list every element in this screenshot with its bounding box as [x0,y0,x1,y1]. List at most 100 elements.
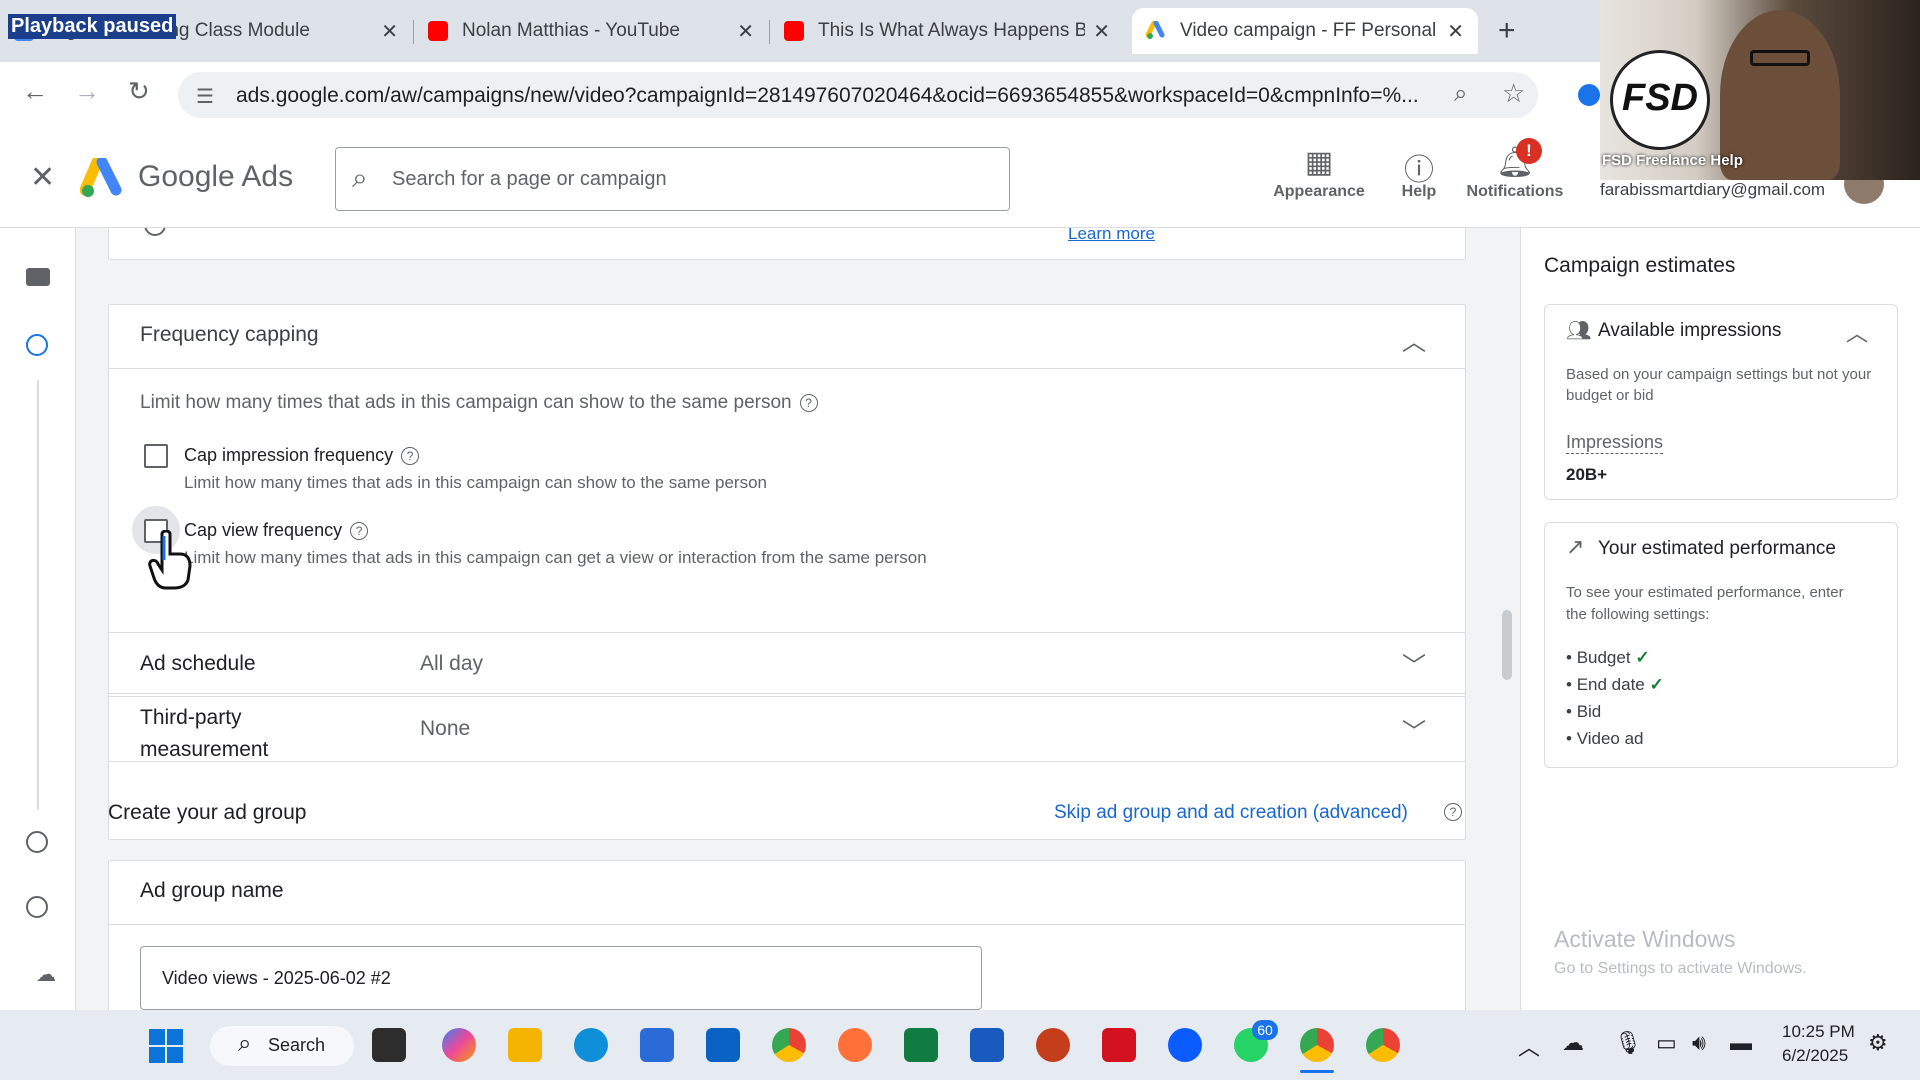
store-icon[interactable] [640,1028,674,1062]
extension-icon[interactable] [1578,84,1600,106]
step-ad-group-icon[interactable] [26,831,48,853]
chrome-profile-icon[interactable] [1366,1028,1400,1062]
close-tab-icon[interactable]: ✕ [1093,19,1110,44]
help-circle-icon[interactable]: ? [1444,803,1462,821]
divider [108,924,1466,925]
glasses-icon [1750,50,1810,66]
step-connector [37,380,39,810]
acrobat-icon[interactable] [1102,1028,1136,1062]
ad-schedule-label: Ad schedule [140,652,256,675]
impressions-label[interactable]: Impressions [1566,432,1664,454]
product-name: Google Ads [138,160,294,193]
active-app-indicator [1300,1070,1334,1073]
skip-ad-group-link[interactable]: Skip ad group and ad creation (advanced) [1054,802,1408,824]
list-item: • Video ad [1566,729,1644,748]
file-explorer-icon[interactable] [508,1028,542,1062]
reload-icon[interactable]: ↻ [128,76,150,107]
volume-icon[interactable]: 🔊︎ [1692,1030,1706,1056]
step-review-icon[interactable] [26,896,48,918]
available-impressions-title: Available impressions [1598,320,1782,341]
excel-icon[interactable] [904,1028,938,1062]
cap-impression-checkbox[interactable] [144,444,168,468]
account-email[interactable]: farabissmartdiary@gmail.com [1600,180,1825,200]
activate-windows-title: Activate Windows [1554,926,1736,952]
notification-center-icon[interactable]: ⚙ [1868,1030,1888,1056]
close-tab-icon[interactable]: ✕ [737,19,754,44]
scrollbar-thumb[interactable] [1502,610,1512,680]
network-icon[interactable]: ▭ [1656,1030,1677,1056]
third-party-measurement-row[interactable] [108,696,1466,762]
bell-icon: 🔔︎ [1495,146,1535,179]
hand-cursor-icon [148,529,194,595]
impressions-value: 20B+ [1566,465,1608,484]
list-item: • Bid [1566,702,1602,721]
chevron-down-icon[interactable]: ﹀ [1402,646,1426,681]
clock-date[interactable]: 6/2/2025 [1782,1046,1848,1066]
zoom-icon[interactable] [1168,1028,1202,1062]
check-icon: ✓ [1635,648,1650,667]
chrome-icon[interactable] [772,1028,806,1062]
cap-impression-label: Cap impression frequency? [184,445,420,466]
cap-view-description: Limit how many times that ads in this ca… [184,548,927,567]
ad-schedule-row[interactable] [108,632,1466,694]
impressions-note: Based on your campaign settings but not … [1566,366,1872,404]
chevron-down-icon[interactable]: ﹀ [1402,712,1426,747]
step-current-icon[interactable] [26,334,48,356]
zoom-icon[interactable]: ⌕ [1454,80,1467,108]
chrome-profile-icon[interactable] [1300,1028,1334,1062]
chevron-up-icon[interactable]: ︿ [1518,1030,1540,1062]
appearance-button[interactable]: ▦ Appearance [1264,145,1374,201]
tab-youtube-nolan[interactable]: Nolan Matthias - YouTube ✕ [414,8,768,54]
notifications-button[interactable]: 🔔︎ Notifications [1458,145,1572,201]
people-icon: 👥︎ [1566,320,1592,342]
close-icon[interactable]: ✕ [30,160,55,195]
learn-more-link[interactable]: Learn more [1068,228,1155,244]
microphone-icon[interactable]: 🎙︎ [1614,1030,1642,1056]
ad-schedule-value: All day [420,652,484,675]
appearance-icon: ▦ [1304,146,1334,179]
cloud-icon: ☁ [36,964,56,986]
windows-start-icon[interactable] [148,1028,184,1069]
taskbar-search-label: Search [268,1035,326,1055]
copilot-icon[interactable] [442,1028,476,1062]
back-icon[interactable]: ← [22,76,48,107]
divider [108,368,1466,369]
frequency-capping-title: Frequency capping [140,323,319,346]
campaign-estimates-title: Campaign estimates [1544,254,1736,277]
word-icon[interactable] [970,1028,1004,1062]
search-icon: ⌕ [238,1030,252,1057]
tab-video-campaign[interactable]: Video campaign - FF Personal - ✕ [1132,8,1478,54]
tab-youtube-always[interactable]: This Is What Always Happens B ✕ [770,8,1124,54]
search-icon: ⌕ [352,162,368,193]
task-view-icon[interactable] [372,1028,406,1062]
google-ads-logo-icon [79,156,124,203]
trending-icon: ↗ [1566,534,1585,559]
powerpoint-icon[interactable] [1036,1028,1070,1062]
third-party-value: None [420,717,471,740]
url-text[interactable]: ads.google.com/aw/campaigns/new/video?ca… [236,84,1419,108]
video-campaign-icon [26,268,50,286]
help-circle-icon[interactable]: ? [799,393,818,412]
chevron-up-icon[interactable]: ︿ [1846,316,1868,348]
new-tab-button[interactable]: + [1498,14,1516,48]
forward-icon[interactable]: → [74,76,100,107]
clock-time[interactable]: 10:25 PM [1782,1022,1855,1042]
close-tab-icon[interactable]: ✕ [1447,19,1464,44]
bookmark-star-icon[interactable]: ☆ [1502,78,1525,109]
third-party-label: Third-party measurement [140,706,269,761]
whatsapp-badge: 60 [1252,1020,1278,1040]
site-settings-icon[interactable]: ☰ [196,84,214,109]
help-circle-icon[interactable]: ? [401,447,420,466]
onedrive-icon[interactable]: ☁ [1562,1030,1584,1056]
help-circle-icon[interactable]: ? [350,522,369,541]
performance-note: To see your estimated performance, enter… [1566,584,1844,623]
activate-windows-subtitle: Go to Settings to activate Windows. [1554,960,1807,977]
firefox-icon[interactable] [838,1028,872,1062]
close-tab-icon[interactable]: ✕ [381,19,398,44]
outlook-icon[interactable] [706,1028,740,1062]
battery-icon[interactable]: ▬ [1730,1030,1752,1056]
edge-icon[interactable] [574,1028,608,1062]
list-item: • Budget ✓ [1566,648,1650,667]
chevron-up-icon[interactable]: ︿ [1402,322,1426,357]
list-item: • End date ✓ [1566,675,1664,694]
